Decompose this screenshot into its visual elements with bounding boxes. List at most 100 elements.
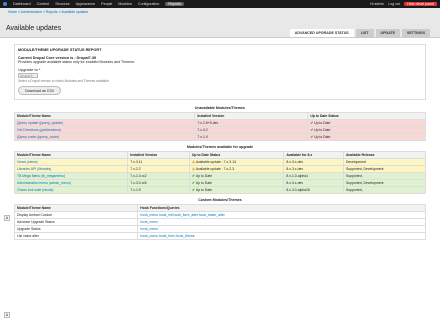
installed-version: 7.x-3.0-rc5 xyxy=(127,179,190,187)
table-row: jQuery update (jquery_update) 7.x-2.6+9-… xyxy=(13,119,426,127)
warning-icon: ⚠ xyxy=(191,167,195,171)
status-text: Available update : 7.x-3.13 xyxy=(195,160,236,164)
custom-module-name: Upgrade Status xyxy=(13,225,139,233)
table-row: TB Mega Menu (tb_megamenu) 7.x-1.0-rc2 ✔… xyxy=(13,172,427,180)
custom-title: Custom Modules/Themes xyxy=(198,198,242,202)
d8-version: 8.x-1.0-alpha1 xyxy=(283,172,344,180)
devel-button[interactable]: Hide devel panel xyxy=(404,2,437,6)
table-row: Display Ambari Custom hook_menu,hook_ini… xyxy=(13,211,426,219)
check-icon: ✔ xyxy=(310,121,314,125)
custom-module-name: Display Ambari Custom xyxy=(13,211,139,219)
module-link[interactable]: jQuery update (jquery_update) xyxy=(17,121,63,125)
col-header: Hook Functions/Queries xyxy=(137,204,426,212)
hook-link[interactable]: hook_menu xyxy=(140,227,158,231)
toolbar-appearance[interactable]: Appearance xyxy=(76,2,95,6)
table-row: Libraries API (libraries) 7.x-2.2 ⚠ Avai… xyxy=(13,165,427,173)
home-icon[interactable] xyxy=(3,2,7,6)
version-select[interactable]: Drupal 8 xyxy=(18,73,38,78)
installed-version: 7.x-2.2 xyxy=(127,165,190,173)
unavailable-table: Module/Theme Name Installed Version Up t… xyxy=(13,112,426,141)
breadcrumb[interactable]: Home » Administration » Reports » Availa… xyxy=(8,10,88,14)
status-text: Available update : 7.x-2.3 xyxy=(195,167,234,171)
toolbar-people[interactable]: People xyxy=(101,2,112,6)
side-toggle-button[interactable]: A xyxy=(4,215,10,221)
d8-version: 8.x-3.x-dev xyxy=(283,165,344,173)
table-row: Administration menu (admin_menu) 7.x-3.0… xyxy=(13,179,427,187)
col-header: Installed Version xyxy=(127,151,190,159)
hook-link[interactable]: hook_menu,hook_init,hook_form_alter,hook… xyxy=(140,213,224,217)
toolbar-dashboard[interactable]: Dashboard xyxy=(13,2,31,6)
table-row: Chaos tool suite (ctools) 7.x-1.9 ✔ Up t… xyxy=(13,186,427,194)
installed-version: 7.x-1.0-rc2 xyxy=(127,172,190,180)
release-status: Supported, xyxy=(342,186,427,194)
status-text: Up to Date xyxy=(314,128,331,132)
custom-table: Module/Theme Name Hook Functions/Queries… xyxy=(13,204,426,240)
table-row: Get Directions (getdirections) 7.x-3.2 ✔… xyxy=(13,126,426,134)
col-header: Up to Date Status xyxy=(188,151,285,159)
module-link[interactable]: Views (views) xyxy=(17,160,38,164)
toolbar-user[interactable]: Hi admin xyxy=(370,2,384,6)
toolbar-configuration[interactable]: Configuration xyxy=(138,2,159,6)
module-link[interactable]: Libraries API (libraries) xyxy=(17,167,51,171)
tab-advanced-upgrade-status[interactable]: ADVANCED UPGRADE STATUS xyxy=(289,29,354,37)
check-icon: ✔ xyxy=(191,188,195,192)
module-link[interactable]: TB Mega Menu (tb_megamenu) xyxy=(17,174,65,178)
custom-module-name: Advance Upgrade Status xyxy=(13,218,139,226)
status-text: Up to Date xyxy=(314,135,331,139)
download-csv-button[interactable]: Download as CSV xyxy=(18,86,62,95)
installed-version: 7.x-3.11 xyxy=(127,158,190,166)
toolbar-modules[interactable]: Modules xyxy=(118,2,132,6)
hook-link[interactable]: hook_menu,hook_form,hook_theme xyxy=(140,234,194,238)
hook-link[interactable]: hook_menu xyxy=(140,220,158,224)
status-report-box: MODULE/THEME UPGRADE STATUS REPORT Curre… xyxy=(14,44,426,100)
unavailable-title: Unavailable Modules/Themes xyxy=(194,106,246,110)
tab-settings[interactable]: SETTINGS xyxy=(402,29,430,37)
installed-version: 7.x-1.0 xyxy=(194,133,309,141)
status-text: Up to Date xyxy=(195,174,212,178)
admin-toolbar: Dashboard Content Structure Appearance P… xyxy=(0,0,440,8)
module-link[interactable]: Get Directions (getdirections) xyxy=(17,128,61,132)
module-link[interactable]: jQuery coder (jquery_coder) xyxy=(17,135,59,139)
toolbar-content[interactable]: Content xyxy=(37,2,50,6)
installed-version: 7.x-1.9 xyxy=(127,186,190,194)
toolbar-reports[interactable]: Reports xyxy=(165,2,184,6)
check-icon: ✔ xyxy=(191,181,195,185)
tab-list[interactable]: LIST xyxy=(355,29,374,37)
table-row: Upgrade Status hook_menu xyxy=(13,225,426,233)
release-status: Supported, xyxy=(342,172,427,180)
side-toggle-button[interactable]: A xyxy=(4,312,10,318)
release-status: Supported, Development xyxy=(342,179,427,187)
col-header: Installed Version xyxy=(194,112,309,120)
module-link[interactable]: Chaos tool suite (ctools) xyxy=(17,188,53,192)
d8-version: 8.x-3.0-alpha26 xyxy=(283,186,344,194)
check-icon: ✔ xyxy=(310,135,314,139)
d8-version: 8.x-3.x-dev xyxy=(283,179,344,187)
status-text: Up to Date xyxy=(195,188,212,192)
toolbar-logout[interactable]: Log out xyxy=(388,2,400,6)
status-text: Up to Date xyxy=(314,121,331,125)
col-header: Module/Theme Name xyxy=(13,151,129,159)
module-link[interactable]: Administration menu (admin_menu) xyxy=(17,181,71,185)
toolbar-structure[interactable]: Structure xyxy=(55,2,70,6)
page-header: Home » Administration » Reports » Availa… xyxy=(0,8,440,38)
col-header: Available Release xyxy=(342,151,427,159)
main-content: MODULE/THEME UPGRADE STATUS REPORT Curre… xyxy=(0,38,440,240)
upgrade-label: Upgrade to * xyxy=(18,67,41,72)
d8-version: 8.x-3.x-dev xyxy=(283,158,344,166)
status-heading: MODULE/THEME UPGRADE STATUS REPORT xyxy=(18,48,102,52)
tab-update[interactable]: UPDATE xyxy=(375,29,401,37)
col-header: Up to Date Status xyxy=(307,112,426,120)
warning-icon: ⚠ xyxy=(191,160,195,164)
custom-module-name: List value alter xyxy=(13,232,139,240)
page-title: Available updates xyxy=(6,25,62,32)
tab-bar: ADVANCED UPGRADE STATUS LIST UPDATE SETT… xyxy=(289,29,430,37)
col-header: Available for 8.x xyxy=(283,151,344,159)
intro-text: Provides upgrade available status only f… xyxy=(18,60,136,64)
installed-version: 7.x-2.6+9-dev xyxy=(194,119,309,127)
release-status: Supported, Development xyxy=(342,165,427,173)
table-row: Advance Upgrade Status hook_menu xyxy=(13,218,426,226)
release-status: Development xyxy=(342,158,427,166)
table-row: jQuery coder (jquery_coder) 7.x-1.0 ✔ Up… xyxy=(13,133,426,141)
select-description: Select a Drupal version to check Modules… xyxy=(18,79,110,83)
status-text: Up to Date xyxy=(195,181,212,185)
